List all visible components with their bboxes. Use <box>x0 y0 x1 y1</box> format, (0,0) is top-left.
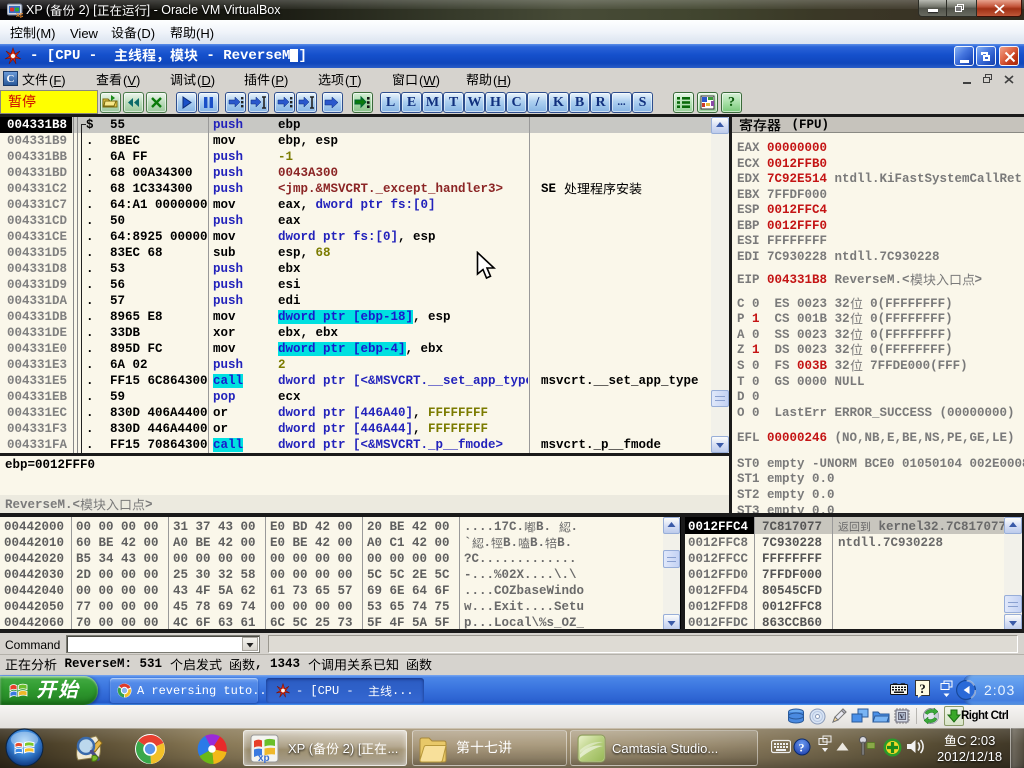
svg-text:xp: xp <box>16 12 23 18</box>
svg-text:V: V <box>900 714 905 721</box>
svg-text:?: ? <box>799 741 805 755</box>
svg-text:xp: xp <box>258 753 270 763</box>
